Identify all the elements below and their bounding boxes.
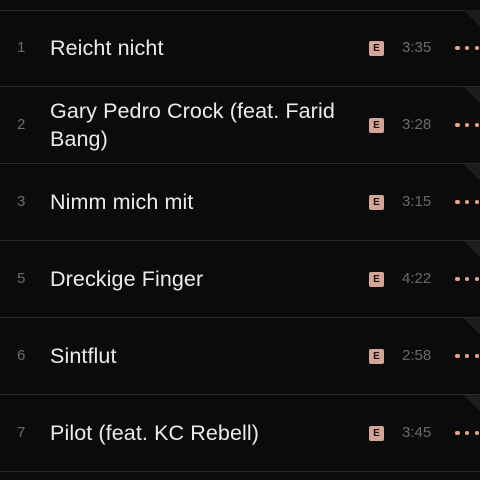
corner-decoration <box>462 318 480 336</box>
track-row[interactable]: 1 Reicht nicht E 3:35 <box>0 10 480 87</box>
track-duration: 2:58 <box>402 347 432 364</box>
corner-decoration <box>462 395 480 413</box>
more-options-button[interactable] <box>455 194 480 210</box>
more-dots-icon <box>474 199 479 205</box>
track-number: 6 <box>17 347 26 364</box>
more-dots-icon <box>455 276 460 282</box>
track-duration: 4:22 <box>402 270 432 287</box>
more-dots-icon <box>455 430 460 436</box>
corner-decoration <box>462 164 480 182</box>
more-dots-icon <box>455 353 460 359</box>
explicit-badge: E <box>369 118 384 133</box>
track-duration: 3:35 <box>402 39 432 56</box>
track-row[interactable]: 5 Dreckige Finger E 4:22 <box>0 241 480 318</box>
track-title[interactable]: Dreckige Finger <box>50 241 350 317</box>
more-options-button[interactable] <box>455 425 480 441</box>
track-duration: 3:45 <box>402 424 432 441</box>
track-number: 1 <box>17 39 26 56</box>
more-dots-icon <box>474 276 479 282</box>
track-title[interactable]: Nimm mich mit <box>50 164 350 240</box>
explicit-badge: E <box>369 426 384 441</box>
track-title[interactable]: Sintflut <box>50 318 350 394</box>
more-dots-icon <box>474 430 479 436</box>
more-dots-icon <box>464 45 470 51</box>
track-duration: 3:15 <box>402 193 432 210</box>
track-title[interactable]: Reicht nicht <box>50 10 350 86</box>
track-title[interactable]: Pilot (feat. KC Rebell) <box>50 395 350 471</box>
explicit-badge: E <box>369 195 384 210</box>
track-row[interactable]: 7 Pilot (feat. KC Rebell) E 3:45 <box>0 395 480 472</box>
more-dots-icon <box>464 276 470 282</box>
explicit-badge: E <box>369 41 384 56</box>
track-row[interactable]: 6 Sintflut E 2:58 <box>0 318 480 395</box>
more-options-button[interactable] <box>455 117 480 133</box>
more-dots-icon <box>455 122 460 128</box>
corner-decoration <box>462 87 480 105</box>
track-duration: 3:28 <box>402 116 432 133</box>
explicit-badge: E <box>369 349 384 364</box>
corner-decoration <box>462 10 480 28</box>
corner-decoration <box>462 241 480 259</box>
track-list: 1 Reicht nicht E 3:35 2 Gary Pedro Crock… <box>0 10 480 472</box>
track-number: 3 <box>17 193 26 210</box>
explicit-badge: E <box>369 272 384 287</box>
track-title[interactable]: Gary Pedro Crock (feat. Farid Bang) <box>50 87 350 163</box>
more-dots-icon <box>474 353 479 359</box>
more-dots-icon <box>464 122 470 128</box>
track-number: 2 <box>17 116 26 133</box>
more-options-button[interactable] <box>455 271 480 287</box>
more-dots-icon <box>464 353 470 359</box>
track-number: 7 <box>17 424 26 441</box>
track-row[interactable]: 2 Gary Pedro Crock (feat. Farid Bang) E … <box>0 87 480 164</box>
track-number: 5 <box>17 270 26 287</box>
more-dots-icon <box>474 45 479 51</box>
more-dots-icon <box>455 45 460 51</box>
more-options-button[interactable] <box>455 40 480 56</box>
track-row[interactable]: 3 Nimm mich mit E 3:15 <box>0 164 480 241</box>
more-dots-icon <box>455 199 460 205</box>
more-dots-icon <box>464 430 470 436</box>
more-options-button[interactable] <box>455 348 480 364</box>
more-dots-icon <box>474 122 479 128</box>
more-dots-icon <box>464 199 470 205</box>
